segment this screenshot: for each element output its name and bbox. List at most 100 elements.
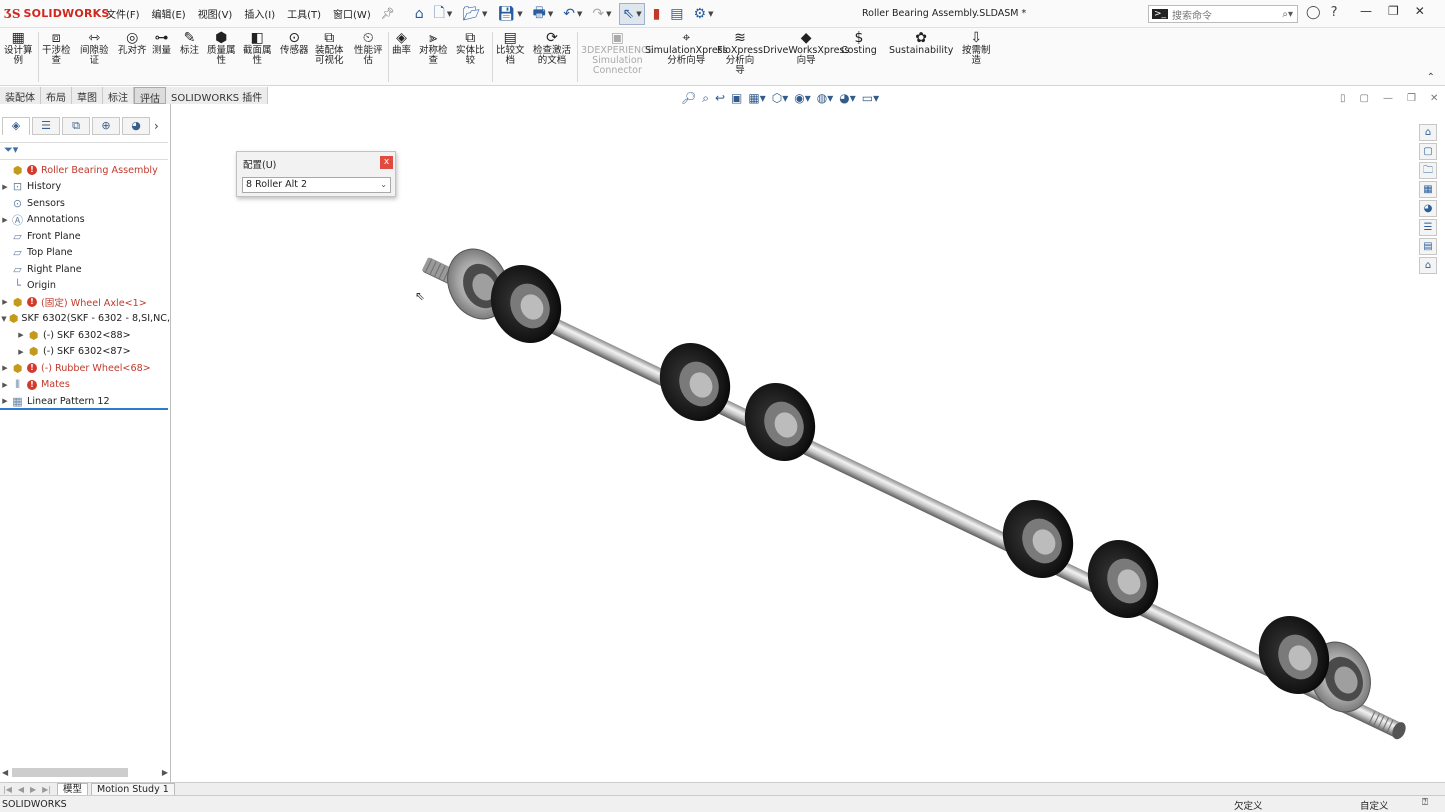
viewport-restore-icon[interactable]: ❐ [1407,93,1416,104]
roller-assembly-model[interactable] [172,104,1418,782]
tab-nav-first-icon[interactable]: |◀ [3,785,12,794]
help-icon[interactable]: ? [1331,5,1338,20]
tab-nav-next-icon[interactable]: ▶ [30,785,36,794]
ribbon-button[interactable]: ⧈ 干涉检 查 [42,30,71,66]
feature-tree-scrollbar[interactable]: ◀ ▶ [2,767,168,778]
tree-item-wheel-axle[interactable]: ▶ ⬢ ! (固定) Wheel Axle<1> [0,294,170,311]
save-icon[interactable]: 💾︎ ▼ [495,3,524,25]
options-gear-icon[interactable]: ⚙ ▼ [692,3,716,25]
restore-icon[interactable]: ❐ [1388,4,1399,18]
ribbon-button[interactable]: ▦ 设计算 例 [4,30,33,66]
tab-addins[interactable]: SOLIDWORKS 插件 [166,87,269,104]
tab-model[interactable]: 模型 [57,782,89,796]
ribbon-button[interactable]: ✿ Sustainability [889,30,953,56]
viewport-split-icon[interactable]: ▯ [1340,93,1346,104]
ribbon-button[interactable]: $ Costing [841,30,877,56]
rollback-bar[interactable] [0,408,168,410]
expand-caret-icon[interactable]: ▶ [16,348,26,356]
menu-insert[interactable]: 插入(I) [238,6,281,21]
expand-caret-icon[interactable]: ▶ [0,183,10,191]
expand-caret-icon[interactable]: ▶ [0,216,10,224]
tab-layout[interactable]: 布局 [41,87,72,104]
ribbon-button[interactable]: ▤ 比较文 档 [496,30,525,66]
file-props-icon[interactable]: ▤ [668,3,685,25]
tab-evaluate[interactable]: 评估 [134,87,166,105]
ribbon-button[interactable]: ◆ DriveWorksXpress 向导 [763,30,849,66]
tab-motion-study[interactable]: Motion Study 1 [91,782,175,796]
scroll-left-icon[interactable]: ◀ [2,768,8,777]
ribbon-button[interactable]: ⊙ 传感器 [280,30,309,56]
chevron-down-icon[interactable]: ⌄ [380,178,387,192]
undo-icon[interactable]: ↶ ▼ [561,3,584,25]
ribbon-button[interactable]: ✎ 标注 [180,30,199,56]
tree-item-rubber-wheel[interactable]: ▶ ⬢ ! (-) Rubber Wheel<68> [0,360,170,377]
ribbon-button[interactable]: ⊶ 测量 [152,30,171,56]
menu-view[interactable]: 视图(V) [192,6,239,21]
ribbon-button[interactable]: ▣ 3DEXPERIENCE Simulation Connector [581,30,654,76]
tab-sketch[interactable]: 草图 [72,87,103,104]
expand-caret-icon[interactable]: ▶ [0,381,10,389]
tree-item-skf-87[interactable]: ▶ ⬢ (-) SKF 6302<87> [0,344,170,361]
configmanager-tab-icon[interactable]: ⧉ [62,117,90,135]
ribbon-button[interactable]: ⬢ 质量属 性 [207,30,236,66]
tab-assembly[interactable]: 装配体 [0,87,41,104]
pin-icon[interactable]: 📌︎ [381,7,395,20]
minimize-icon[interactable]: — [1360,4,1372,18]
config-close-button[interactable]: x [380,156,393,169]
expand-caret-icon[interactable]: ▶ [0,397,10,405]
menu-window[interactable]: 窗口(W) [327,6,377,21]
tree-item-skf-88[interactable]: ▶ ⬢ (-) SKF 6302<88> [0,327,170,344]
more-tabs-chevron-icon[interactable]: › [154,119,159,133]
appearances-icon[interactable]: ◕ [1419,200,1437,217]
menu-edit[interactable]: 编辑(E) [146,6,192,21]
file-explorer-icon[interactable]: 🗀︎ [1419,162,1437,179]
viewport-minimize-icon[interactable]: — [1383,93,1393,104]
search-box[interactable]: >_ 搜索命令 ⌕▾ [1148,5,1298,23]
collapse-ribbon-icon[interactable]: ⌃ [1427,72,1435,83]
view-palette-icon[interactable]: ▦ [1419,181,1437,198]
tree-item-mates[interactable]: ▶ ⫴ ! Mates [0,377,170,394]
axle-shaft[interactable] [421,256,1408,741]
tree-item-right-plane[interactable]: ▱ Right Plane [0,261,170,278]
solidworks-forum-icon[interactable]: ▤ [1419,238,1437,255]
select-cursor-icon[interactable]: ⇖ ▼ [619,2,645,25]
tab-nav-last-icon[interactable]: ▶| [42,785,51,794]
tree-item-sensors[interactable]: ⊙ Sensors [0,195,170,212]
ribbon-button[interactable]: ◎ 孔对齐 [118,30,147,56]
ribbon-button[interactable]: ⧉ 实体比 较 [456,30,485,66]
scroll-thumb[interactable] [12,768,128,777]
ribbon-button[interactable]: ⇿ 间隙验 证 [80,30,109,66]
viewport-tile-icon[interactable]: ▢ [1360,93,1369,104]
ribbon-button[interactable]: ◈ 曲率 [392,30,411,56]
new-doc-icon[interactable]: 🗋︎ ▼ [432,3,455,25]
graphics-area[interactable] [172,104,1418,782]
expand-caret-icon[interactable]: ▶ [0,364,10,372]
design-library-icon[interactable]: ▢ [1419,143,1437,160]
dimxpert-tab-icon[interactable]: ⊕ [92,117,120,135]
home-icon[interactable]: ⌂ [413,3,426,25]
tree-item-annotations[interactable]: ▶ Ⓐ Annotations [0,212,170,229]
print-icon[interactable]: 🖶︎ ▼ [531,3,556,25]
custom-properties-icon[interactable]: ☰ [1419,219,1437,236]
redo-icon[interactable]: ↷ ▼ [590,3,613,25]
tree-filter-icon[interactable]: ⏷▾ [0,142,168,160]
ribbon-button[interactable]: ≋ FloXpress 分析向 导 [717,30,763,76]
tree-item-front-plane[interactable]: ▱ Front Plane [0,228,170,245]
tab-nav-prev-icon[interactable]: ◀ [18,785,24,794]
search-icon[interactable]: ⌕▾ [1282,9,1293,20]
ribbon-button[interactable]: ⧉ 装配体 可视化 [315,30,344,66]
tree-root-assembly[interactable]: ⬢ ! Roller Bearing Assembly [0,162,170,179]
tree-item-origin[interactable]: └ Origin [0,278,170,295]
scroll-right-icon[interactable]: ▶ [162,768,168,777]
expand-caret-icon[interactable]: ▶ [16,331,26,339]
status-help-icon[interactable]: ⍰ [1422,797,1428,808]
propertymanager-tab-icon[interactable]: ☰ [32,117,60,135]
account-icon[interactable]: ◯ [1306,5,1321,20]
ribbon-button[interactable]: ⟳ 检查激活 的文档 [533,30,571,66]
ribbon-button[interactable]: ⏲ 性能评 估 [354,30,383,66]
expand-caret-icon[interactable]: ▶ [0,298,10,306]
collapse-caret-icon[interactable]: ▼ [0,315,8,323]
status-units[interactable]: 自定义 [1360,798,1389,812]
home-tab-icon[interactable]: ⌂ [1419,257,1437,274]
solidworks-resources-icon[interactable]: ⌂ [1419,124,1437,141]
